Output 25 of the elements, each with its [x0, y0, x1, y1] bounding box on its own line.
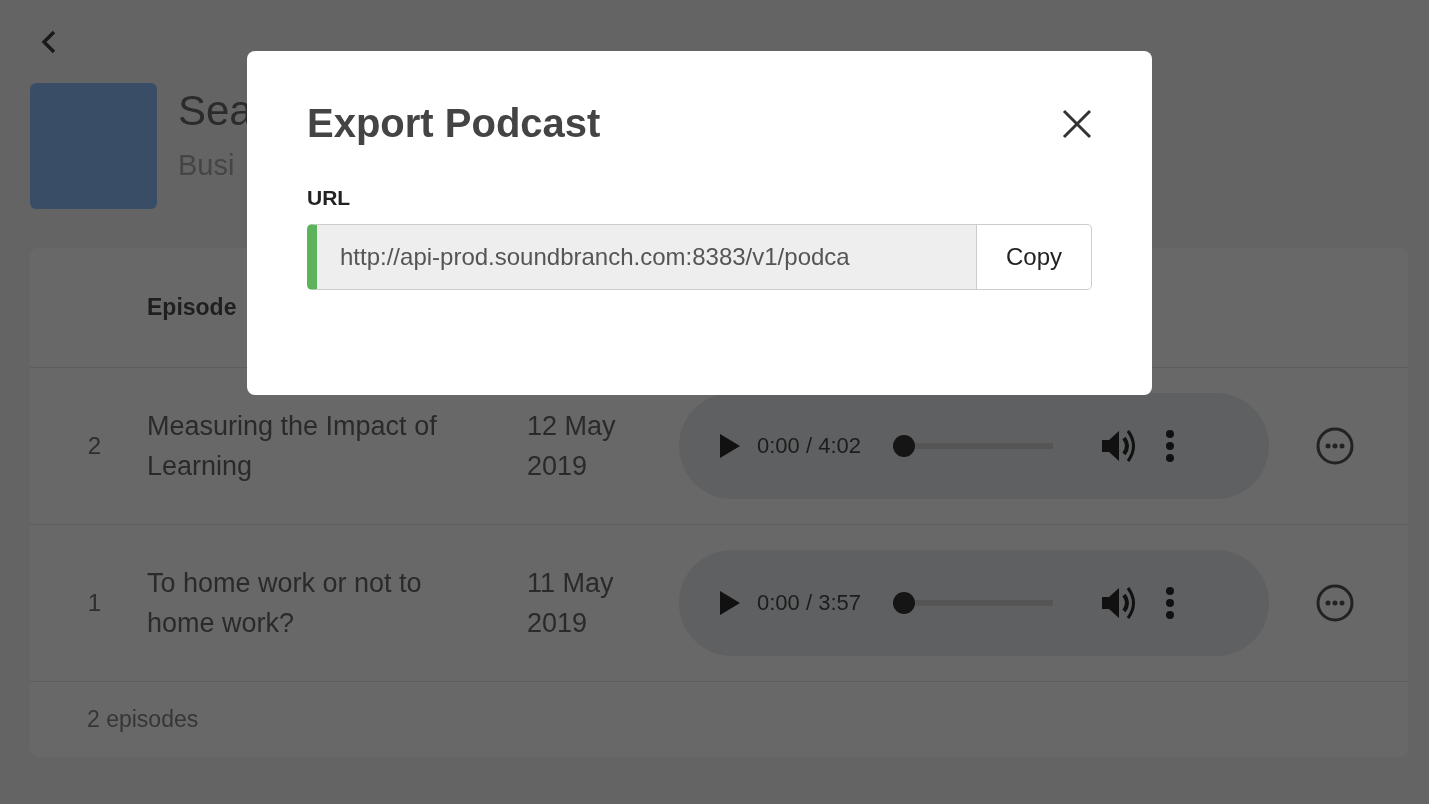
episode-title: To home work or not to home work?: [147, 567, 423, 640]
close-icon[interactable]: [1062, 108, 1092, 139]
copy-button[interactable]: Copy: [977, 224, 1092, 290]
episode-date: 12 May 2019: [527, 410, 617, 483]
url-label: URL: [307, 186, 352, 210]
volume-icon[interactable]: [1101, 429, 1137, 463]
more-options-icon[interactable]: [1315, 427, 1354, 465]
volume-icon[interactable]: [1101, 586, 1137, 620]
dialog-title: Export Podcast: [307, 101, 601, 146]
column-header: Episode: [147, 294, 237, 321]
progress-thumb[interactable]: [893, 435, 915, 457]
episode-title: Measuring the Impact of Learning: [147, 410, 438, 483]
kebab-menu-icon[interactable]: [1165, 586, 1175, 620]
kebab-menu-icon[interactable]: [1165, 429, 1175, 463]
episode-date: 11 May 2019: [527, 567, 615, 640]
episode-number: 2: [87, 432, 101, 460]
playback-time: 0:00 / 4:02: [757, 433, 861, 459]
back-chevron-icon[interactable]: [41, 30, 57, 54]
more-options-icon[interactable]: [1315, 584, 1354, 622]
playback-time: 0:00 / 3:57: [757, 590, 861, 616]
episode-number: 1: [87, 589, 101, 617]
progress-thumb[interactable]: [893, 592, 915, 614]
play-icon[interactable]: [719, 590, 741, 616]
url-field[interactable]: http://api-prod.soundbranch.com:8383/v1/podca: [307, 224, 977, 290]
play-icon[interactable]: [719, 433, 741, 459]
